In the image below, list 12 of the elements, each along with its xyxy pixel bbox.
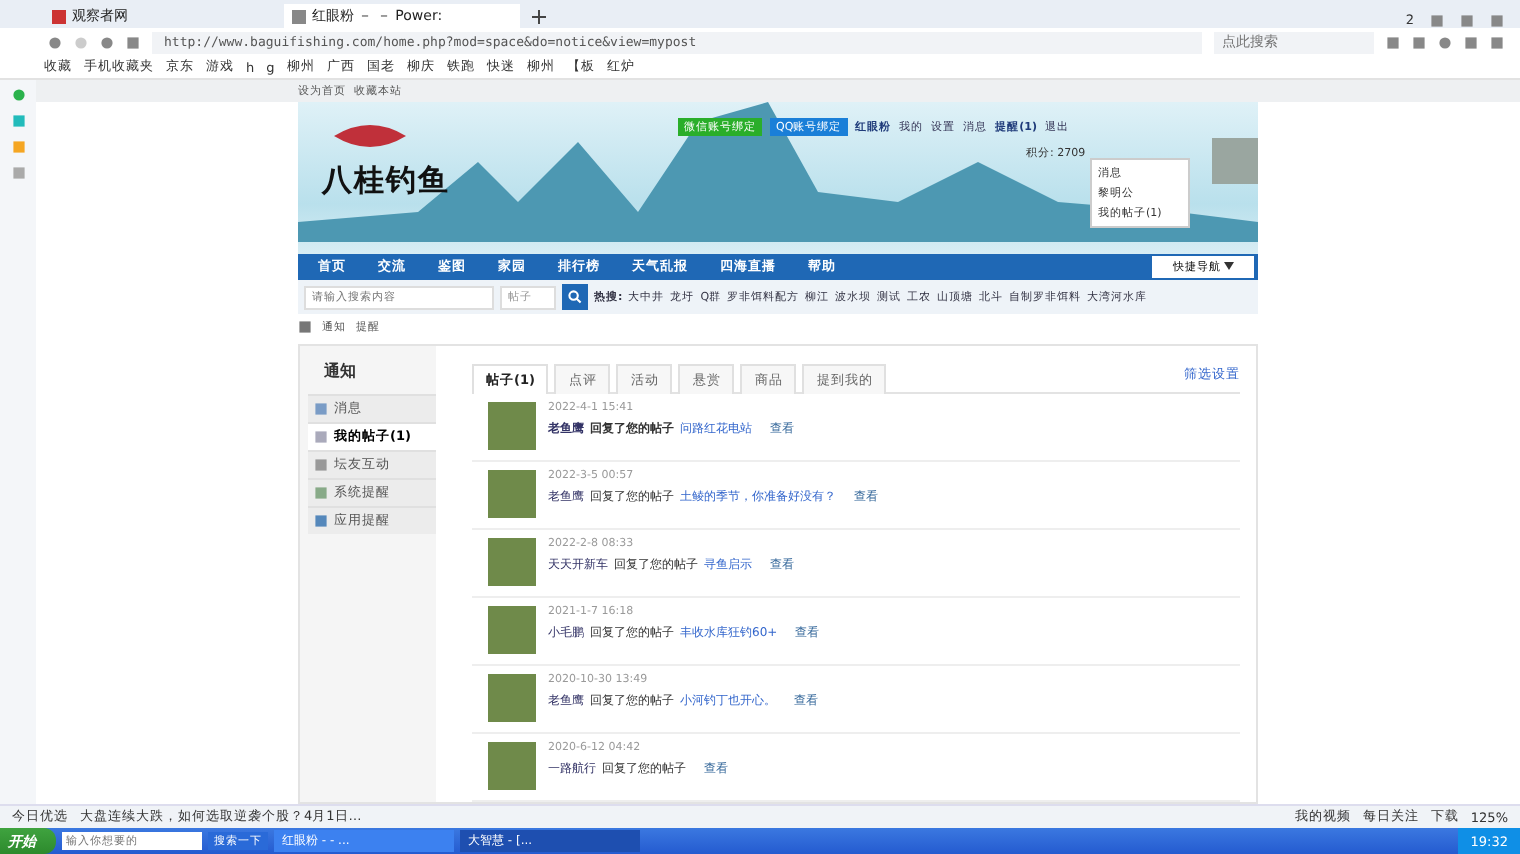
- site-logo[interactable]: 八桂钓鱼: [322, 161, 450, 200]
- photo-placeholder[interactable]: [488, 606, 536, 654]
- photo-placeholder[interactable]: [488, 538, 536, 586]
- photo-placeholder[interactable]: [488, 470, 536, 518]
- photo-placeholder[interactable]: [488, 402, 536, 450]
- caret-icon: [1224, 262, 1234, 271]
- search-button[interactable]: [562, 284, 588, 311]
- sidebar-title: 通知: [322, 360, 358, 384]
- photo-placeholder[interactable]: [488, 674, 536, 722]
- photo-placeholder[interactable]: [1212, 137, 1258, 184]
- photo-placeholder[interactable]: [488, 742, 536, 790]
- search-icon: [568, 290, 582, 305]
